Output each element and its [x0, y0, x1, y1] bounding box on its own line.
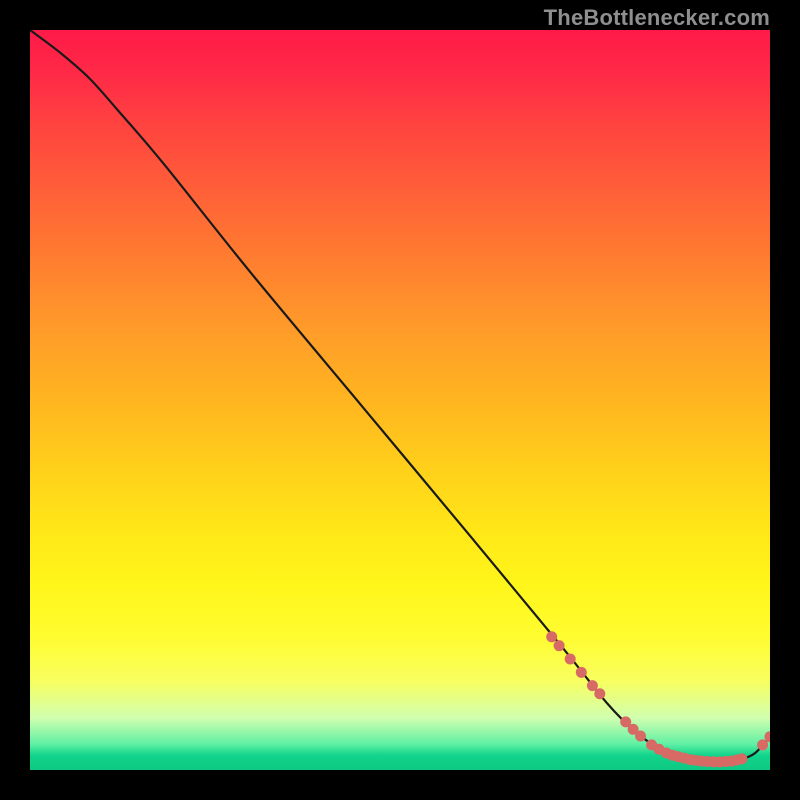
curve-marker [594, 688, 605, 699]
curve-markers [546, 631, 770, 767]
chart-frame: TheBottlenecker.com [0, 0, 800, 800]
curve-marker [736, 753, 747, 764]
curve-marker [554, 640, 565, 651]
curve-marker [635, 730, 646, 741]
curve-marker [757, 739, 768, 750]
bottleneck-curve-svg [30, 30, 770, 770]
watermark-text: TheBottlenecker.com [544, 5, 770, 31]
curve-marker [546, 631, 557, 642]
curve-marker [576, 667, 587, 678]
curve-marker [565, 654, 576, 665]
curve-marker [587, 680, 598, 691]
plot-area [30, 30, 770, 770]
bottleneck-curve [30, 30, 770, 763]
